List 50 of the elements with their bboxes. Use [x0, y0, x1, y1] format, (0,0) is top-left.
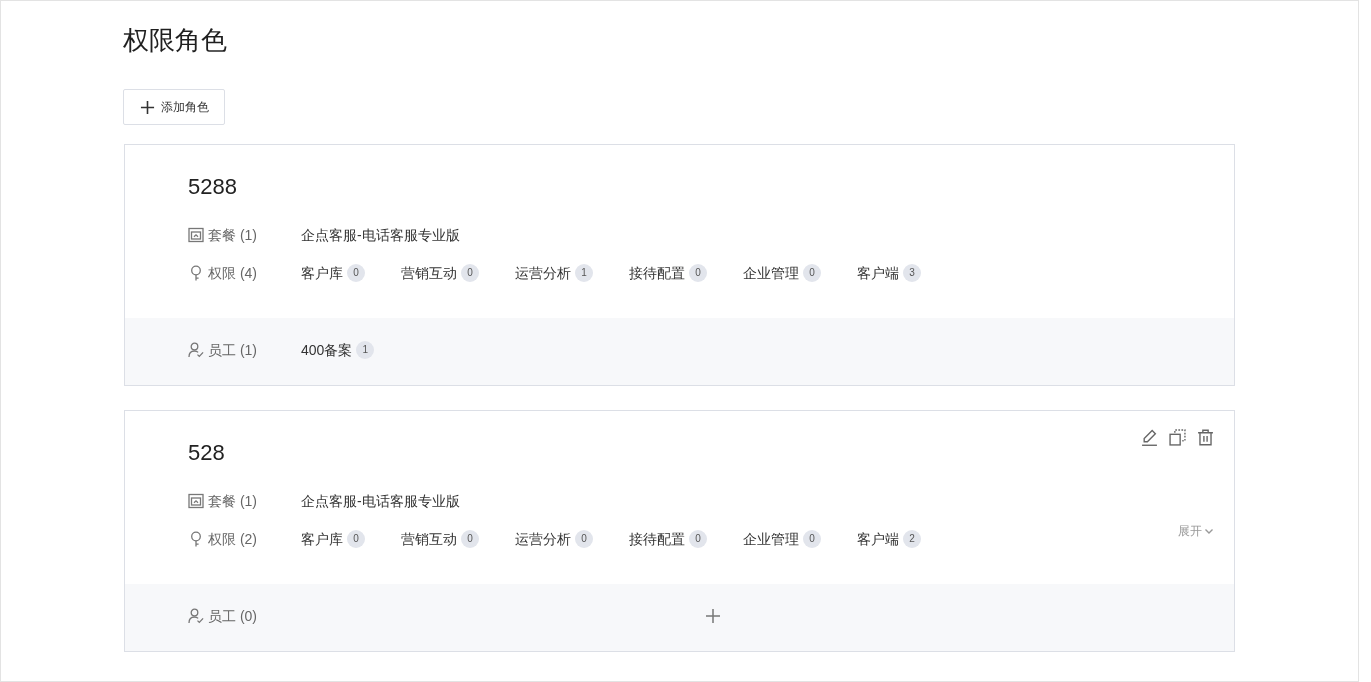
permission-label: 权限 (2) — [208, 529, 257, 549]
count-badge: 0 — [461, 530, 479, 548]
chevron-down-icon — [1204, 526, 1214, 536]
count-badge: 1 — [575, 264, 593, 282]
package-label: 套餐 (1) — [208, 225, 257, 245]
bulb-icon — [188, 531, 204, 547]
count-badge: 0 — [461, 264, 479, 282]
copy-icon[interactable] — [1169, 429, 1186, 446]
count-badge: 1 — [356, 341, 375, 359]
package-label: 套餐 (1) — [208, 491, 257, 511]
add-icon[interactable] — [704, 608, 721, 624]
bulb-icon — [188, 265, 204, 281]
trash-icon[interactable] — [1197, 429, 1214, 446]
role-name: 5288 — [188, 173, 237, 201]
permission-name: 企业管理 — [743, 529, 799, 549]
staff-name: 400备案 — [301, 340, 353, 360]
pencil-icon[interactable] — [1141, 429, 1158, 446]
add-role-button[interactable]: 添加角色 — [123, 89, 225, 125]
count-badge: 0 — [575, 530, 593, 548]
count-badge: 0 — [347, 264, 365, 282]
staff-label: 员工 (0) — [208, 606, 257, 626]
permission-name: 运营分析 — [515, 263, 571, 283]
permission-name: 客户库 — [301, 529, 343, 549]
role-name: 528 — [188, 439, 225, 467]
permission-name: 客户端 — [857, 263, 899, 283]
package-icon — [188, 493, 204, 509]
count-badge: 0 — [689, 530, 707, 548]
permission-name: 接待配置 — [629, 529, 685, 549]
permission-name: 营销互动 — [401, 263, 457, 283]
permission-name: 客户库 — [301, 263, 343, 283]
permission-name: 营销互动 — [401, 529, 457, 549]
count-badge: 0 — [803, 264, 821, 282]
person-check-icon — [188, 608, 204, 624]
count-badge: 0 — [689, 264, 707, 282]
count-badge: 0 — [803, 530, 821, 548]
package-name: 企点客服-电话客服专业版 — [301, 225, 460, 245]
permission-label: 权限 (4) — [208, 263, 257, 283]
page-title: 权限角色 — [123, 24, 228, 57]
staff-label: 员工 (1) — [208, 340, 257, 360]
permission-name: 客户端 — [857, 529, 899, 549]
person-check-icon — [188, 342, 204, 358]
plus-icon — [139, 99, 155, 115]
permission-name: 运营分析 — [515, 529, 571, 549]
count-badge: 3 — [903, 264, 921, 282]
count-badge: 2 — [903, 530, 921, 548]
package-icon — [188, 227, 204, 243]
package-name: 企点客服-电话客服专业版 — [301, 491, 460, 511]
permission-name: 企业管理 — [743, 263, 799, 283]
count-badge: 0 — [347, 530, 365, 548]
permission-name: 接待配置 — [629, 263, 685, 283]
